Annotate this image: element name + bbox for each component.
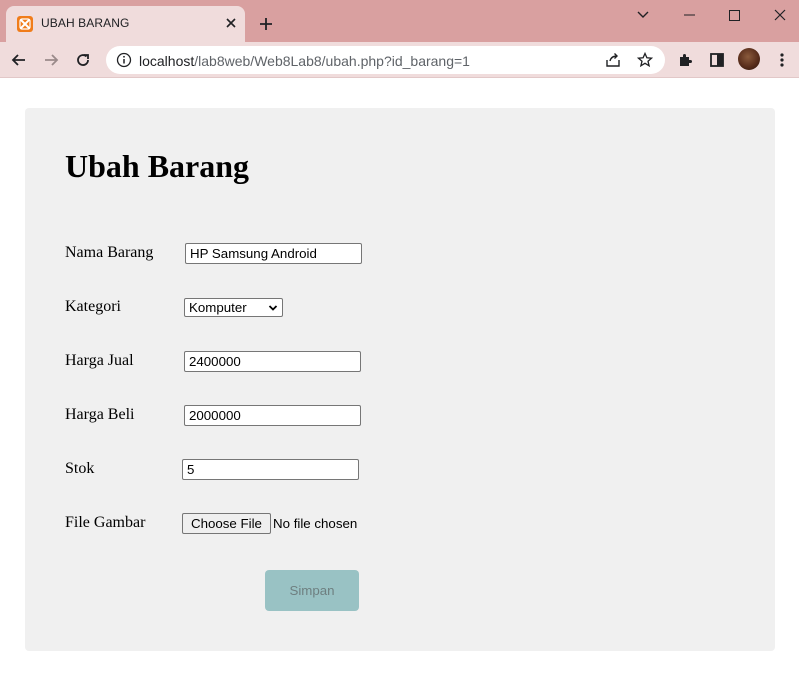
reload-icon[interactable] — [69, 46, 97, 74]
xampp-favicon-icon — [17, 16, 33, 32]
kategori-label: Kategori — [65, 298, 121, 315]
kategori-select[interactable]: Komputer — [184, 298, 283, 317]
browser-tab[interactable]: UBAH BARANG — [6, 6, 245, 42]
choose-file-button[interactable]: Choose File — [182, 513, 271, 534]
maximize-icon[interactable] — [711, 0, 757, 30]
close-tab-icon[interactable] — [222, 14, 240, 32]
url-text: localhost/lab8web/Web8Lab8/ubah.php?id_b… — [139, 53, 470, 69]
harga-beli-label: Harga Beli — [65, 406, 135, 423]
extensions-puzzle-icon[interactable] — [675, 50, 695, 70]
minimize-icon[interactable] — [666, 0, 712, 30]
url-host: localhost — [139, 53, 195, 69]
form-container: Ubah Barang Nama Barang HP Samsung Andro… — [25, 108, 775, 651]
file-status-text: No file chosen — [273, 516, 358, 531]
simpan-button[interactable]: Simpan — [265, 570, 359, 611]
tab-search-chevron-icon[interactable] — [620, 0, 666, 30]
back-arrow-icon[interactable] — [5, 46, 33, 74]
browser-toolbar: localhost/lab8web/Web8Lab8/ubah.php?id_b… — [0, 42, 799, 78]
file-gambar-label: File Gambar — [65, 514, 146, 531]
harga-jual-input[interactable]: 2400000 — [184, 351, 361, 372]
profile-avatar[interactable] — [738, 48, 760, 70]
nama-barang-label: Nama Barang — [65, 244, 154, 261]
bookmark-star-icon[interactable] — [636, 51, 654, 69]
url-path: /lab8web/Web8Lab8/ubah.php?id_barang=1 — [194, 53, 470, 69]
kategori-selected-value: Komputer — [189, 300, 247, 315]
address-bar[interactable]: localhost/lab8web/Web8Lab8/ubah.php?id_b… — [106, 46, 665, 74]
site-info-icon[interactable] — [116, 52, 132, 68]
menu-kebab-icon[interactable] — [772, 50, 792, 70]
tab-title: UBAH BARANG — [41, 16, 130, 30]
side-panel-icon[interactable] — [707, 50, 727, 70]
page-title: Ubah Barang — [65, 148, 250, 184]
nama-barang-input[interactable]: HP Samsung Android — [185, 243, 362, 264]
tab-strip: UBAH BARANG — [0, 0, 799, 42]
stok-label: Stok — [65, 460, 95, 477]
harga-beli-input[interactable]: 2000000 — [184, 405, 361, 426]
harga-jual-label: Harga Jual — [65, 352, 134, 369]
close-window-icon[interactable] — [757, 0, 799, 30]
forward-arrow-icon[interactable] — [37, 46, 65, 74]
share-icon[interactable] — [604, 51, 622, 69]
chevron-down-icon — [268, 305, 278, 311]
stok-input[interactable]: 5 — [182, 459, 359, 480]
new-tab-plus-icon[interactable] — [254, 12, 278, 36]
